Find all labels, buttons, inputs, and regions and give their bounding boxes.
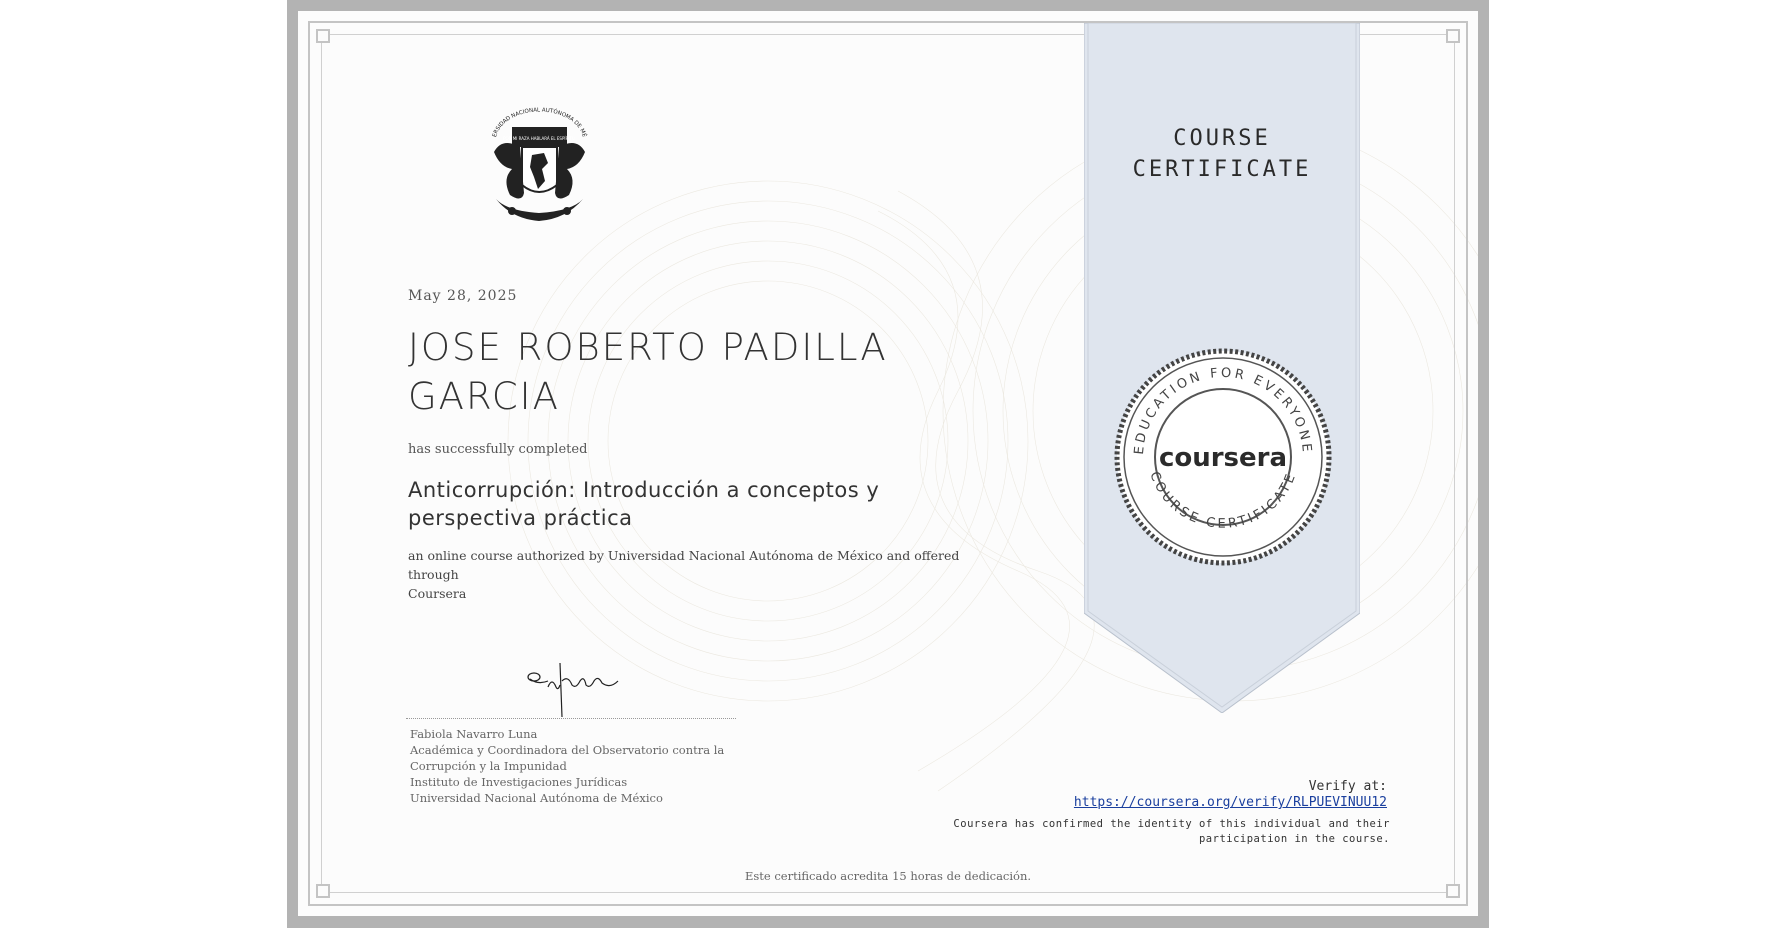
verify-note: Coursera has confirmed the identity of t… [938,817,1390,847]
course-title-line2: perspectiva práctica [408,506,633,530]
ribbon-title-line2: CERTIFICATE [1132,157,1312,182]
authorization-line2: Coursera [408,586,467,601]
authorization-line1: an online course authorized by Universid… [408,548,960,582]
verify-link[interactable]: https://coursera.org/verify/RLPUEVINUU12 [1018,795,1387,810]
frame-corner [316,884,330,898]
recipient-name: JOSE ROBERTO PADILLA GARCIA [408,323,968,421]
coursera-seal: EDUCATION FOR EVERYONE COURSE CERTIFICAT… [1114,348,1332,566]
course-title-line1: Anticorrupción: Introducción a conceptos… [408,478,880,502]
hours-statement: Este certificado acredita 15 horas de de… [744,869,1032,883]
frame-corner [316,29,330,43]
frame-corner [1446,884,1460,898]
certificate: COURSE CERTIFICATE EDUCATION FOR EVERYON… [287,0,1489,928]
signer-institute: Instituto de Investigaciones Jurídicas [410,775,628,789]
signer-title-line1: Académica y Coordinadora del Observatori… [410,743,725,757]
frame-corner [1446,29,1460,43]
recipient-name-line1: JOSE ROBERTO PADILLA [408,326,888,369]
verify-label: Verify at: [1308,779,1387,794]
completed-text: has successfully completed [408,442,588,457]
signer-university: Universidad Nacional Autónoma de México [410,791,663,805]
certificate-paper: COURSE CERTIFICATE EDUCATION FOR EVERYON… [298,11,1478,916]
signer-name: Fabiola Navarro Luna [410,727,538,741]
signer-title-line2: Corrupción y la Impunidad [410,759,567,773]
ribbon-title: COURSE CERTIFICATE [1084,123,1360,185]
signature [527,662,619,718]
issue-date: May 28, 2025 [408,288,518,304]
ribbon-title-line1: COURSE [1173,126,1271,151]
signer-details: Fabiola Navarro Luna Académica y Coordin… [410,726,740,806]
recipient-name-line2: GARCIA [408,375,560,418]
signature-line [406,718,736,719]
authorization-text: an online course authorized by Universid… [408,546,968,603]
unam-logo: UNIVERSIDAD NACIONAL AUTÓNOMA DE MÉXICO … [482,107,589,221]
verify-note-line2: participation in the course. [1198,833,1390,845]
seal-brand: coursera [1159,443,1287,473]
course-title: Anticorrupción: Introducción a conceptos… [408,476,968,532]
logo-motto: POR MI RAZA HABLARÁ EL ESPÍRITU [503,136,575,141]
verify-note-line1: Coursera has confirmed the identity of t… [953,818,1390,830]
